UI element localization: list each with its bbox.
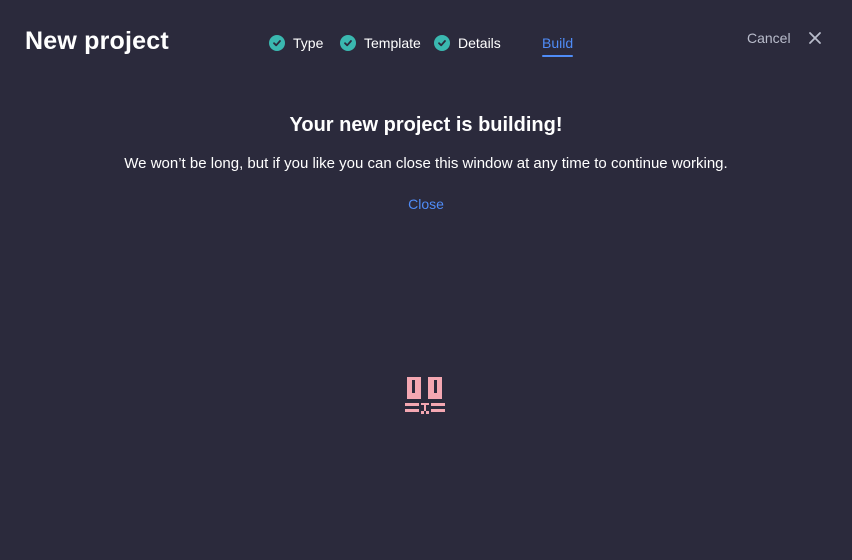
step-build[interactable]: Build bbox=[542, 33, 574, 57]
step-label: Template bbox=[364, 35, 421, 51]
step-label: Build bbox=[542, 35, 574, 51]
build-heading: Your new project is building! bbox=[289, 114, 563, 136]
step-label: Details bbox=[458, 35, 501, 51]
building-animation-icon bbox=[404, 377, 446, 415]
step-type[interactable]: Type bbox=[269, 33, 323, 53]
new-project-dialog: New project Type Template Details Build … bbox=[0, 0, 852, 560]
build-message: We won’t be long, but if you like you ca… bbox=[124, 155, 728, 172]
active-step-underline bbox=[542, 55, 574, 57]
step-template[interactable]: Template bbox=[340, 33, 421, 53]
step-details[interactable]: Details bbox=[434, 33, 501, 53]
close-link-row: Close bbox=[0, 196, 852, 212]
close-icon[interactable] bbox=[807, 30, 823, 46]
dialog-title: New project bbox=[25, 27, 169, 55]
close-link[interactable]: Close bbox=[408, 196, 444, 212]
cancel-button[interactable]: Cancel bbox=[747, 30, 791, 46]
check-circle-icon bbox=[269, 35, 285, 51]
check-circle-icon bbox=[434, 35, 450, 51]
step-label: Type bbox=[293, 35, 324, 51]
check-circle-icon bbox=[340, 35, 356, 51]
